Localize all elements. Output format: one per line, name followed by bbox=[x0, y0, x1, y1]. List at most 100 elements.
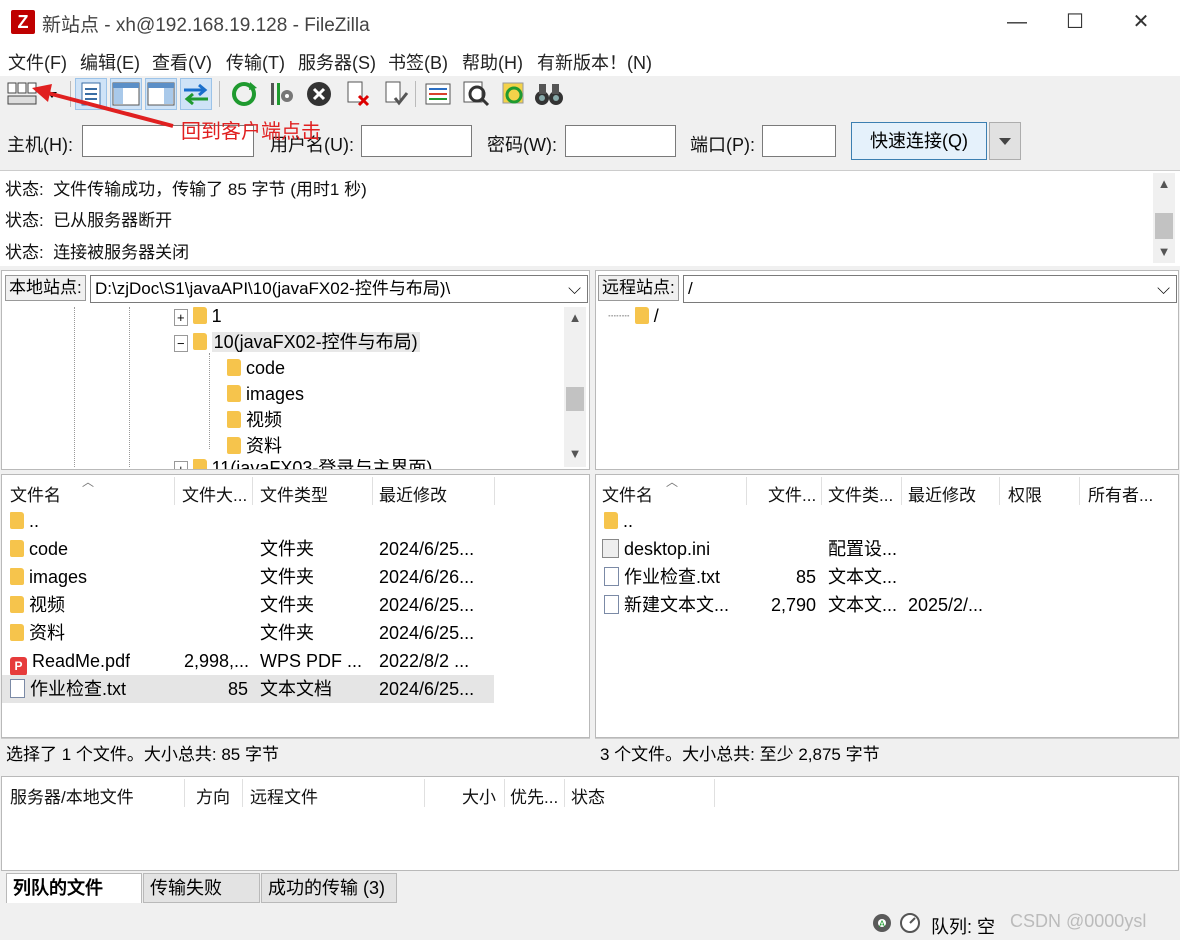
cancel-button[interactable] bbox=[303, 78, 335, 110]
column-header-filename[interactable]: 文件名 bbox=[602, 481, 653, 506]
folder-icon bbox=[227, 411, 241, 428]
scroll-up-icon[interactable]: ▲ bbox=[564, 307, 586, 329]
menu-help[interactable]: 帮助(H) bbox=[462, 49, 523, 75]
port-input[interactable] bbox=[762, 125, 836, 157]
process-queue-button[interactable] bbox=[265, 78, 297, 110]
directory-comparison-icon bbox=[463, 81, 490, 107]
menu-edit[interactable]: 编辑(E) bbox=[80, 49, 140, 75]
disconnect-button[interactable] bbox=[341, 78, 373, 110]
refresh-button[interactable] bbox=[228, 78, 260, 110]
queue-column-priority[interactable]: 优先... bbox=[510, 783, 558, 808]
column-header-modified[interactable]: 最近修改 bbox=[379, 481, 447, 506]
queue-column-size[interactable]: 大小 bbox=[462, 783, 496, 808]
folder-icon bbox=[227, 359, 241, 376]
tab-successful-transfers[interactable]: 成功的传输 (3) bbox=[261, 873, 397, 903]
tab-failed-transfers[interactable]: 传输失败 bbox=[143, 873, 260, 903]
remote-path-input[interactable]: / ⌵ bbox=[683, 275, 1177, 303]
tree-item[interactable]: 视频 bbox=[227, 407, 282, 433]
remote-status: 3 个文件。大小总共: 至少 2,875 字节 bbox=[595, 738, 1179, 770]
file-row[interactable]: desktop.ini 配置设... bbox=[596, 535, 1176, 563]
encryption-status-icon[interactable]: A bbox=[870, 911, 894, 935]
directory-listing-filter-button[interactable] bbox=[422, 78, 454, 110]
password-input[interactable] bbox=[565, 125, 676, 157]
chevron-down-icon[interactable]: ⌵ bbox=[568, 276, 581, 302]
synchronized-browsing-button[interactable] bbox=[498, 78, 530, 110]
filezilla-logo-icon: Z bbox=[11, 10, 35, 34]
file-row-selected[interactable]: 作业检查.txt 85 文本文档 2024/6/25... bbox=[2, 675, 494, 703]
column-header-owner[interactable]: 所有者... bbox=[1088, 481, 1153, 506]
column-header-filetype[interactable]: 文件类... bbox=[828, 481, 893, 506]
minimize-button[interactable]: — bbox=[988, 0, 1046, 44]
file-row[interactable]: .. bbox=[2, 507, 494, 535]
queue-column-status[interactable]: 状态 bbox=[571, 783, 605, 808]
tree-item[interactable]: ┈┈ / bbox=[608, 303, 659, 329]
maximize-button[interactable]: ☐ bbox=[1046, 0, 1104, 44]
tree-item[interactable]: code bbox=[227, 355, 285, 381]
file-row[interactable]: P ReadMe.pdf 2,998,... WPS PDF ... 2022/… bbox=[2, 647, 494, 676]
local-tree-pane: 本地站点: D:\zjDoc\S1\javaAPI\10(javaFX02-控件… bbox=[1, 270, 590, 470]
quickconnect-button[interactable]: 快速连接(Q) bbox=[851, 122, 987, 160]
menu-file[interactable]: 文件(F) bbox=[8, 49, 67, 75]
scroll-thumb[interactable] bbox=[1155, 213, 1173, 239]
column-header-filename[interactable]: 文件名 bbox=[10, 481, 61, 506]
svg-text:A: A bbox=[879, 919, 885, 929]
quickconnect-history-dropdown[interactable] bbox=[989, 122, 1021, 160]
tab-queued-files[interactable]: 列队的文件 bbox=[6, 873, 142, 903]
folder-icon bbox=[192, 333, 207, 350]
queue-tabs: 列队的文件 传输失败 成功的传输 (3) bbox=[0, 871, 1180, 905]
file-row[interactable]: 视频 文件夹 2024/6/25... bbox=[2, 591, 494, 619]
speed-limit-icon[interactable] bbox=[898, 911, 922, 935]
column-header-filesize[interactable]: 文件... bbox=[768, 481, 816, 506]
password-label: 密码(W): bbox=[487, 135, 557, 155]
local-tree-scrollbar[interactable]: ▲ ▼ bbox=[564, 307, 586, 467]
tree-item-selected[interactable]: − 10(javaFX02-控件与布局) bbox=[174, 329, 420, 355]
search-remote-files-button[interactable] bbox=[533, 78, 565, 110]
username-input[interactable] bbox=[361, 125, 472, 157]
scroll-thumb[interactable] bbox=[566, 387, 584, 411]
folder-icon bbox=[192, 307, 207, 324]
folder-icon bbox=[10, 596, 24, 613]
scroll-up-icon[interactable]: ▲ bbox=[1153, 173, 1175, 195]
file-row[interactable]: 资料 文件夹 2024/6/25... bbox=[2, 619, 494, 647]
queue-column-remote-file[interactable]: 远程文件 bbox=[250, 783, 318, 808]
directory-comparison-button[interactable] bbox=[460, 78, 492, 110]
folder-icon bbox=[192, 459, 207, 469]
port-label: 端口(P): bbox=[690, 135, 755, 155]
tree-item[interactable]: + 11(javaFX03-登录与主界面) bbox=[174, 459, 432, 469]
menu-transfer[interactable]: 传输(T) bbox=[226, 49, 285, 75]
column-header-permissions[interactable]: 权限 bbox=[1008, 481, 1042, 506]
file-row[interactable]: 作业检查.txt 85 文本文... bbox=[596, 563, 1176, 591]
folder-icon bbox=[10, 512, 24, 529]
column-header-filetype[interactable]: 文件类型 bbox=[260, 481, 328, 506]
column-header-filesize[interactable]: 文件大... bbox=[182, 481, 247, 506]
tree-item[interactable]: + 1 bbox=[174, 303, 222, 329]
log-scrollbar[interactable]: ▲ ▼ bbox=[1153, 173, 1175, 263]
expand-icon[interactable]: + bbox=[174, 309, 188, 326]
menu-new-version[interactable]: 有新版本！(N) bbox=[537, 49, 652, 75]
toggle-transfer-queue-button[interactable] bbox=[180, 78, 212, 110]
menu-server[interactable]: 服务器(S) bbox=[298, 49, 376, 75]
column-header-modified[interactable]: 最近修改 bbox=[908, 481, 976, 506]
collapse-icon[interactable]: − bbox=[174, 335, 188, 352]
file-row[interactable]: code 文件夹 2024/6/25... bbox=[2, 535, 494, 563]
menu-bookmarks[interactable]: 书签(B) bbox=[388, 49, 448, 75]
tree-item[interactable]: 资料 bbox=[227, 433, 282, 459]
remote-tree-pane: 远程站点: / ⌵ ┈┈ / bbox=[595, 270, 1179, 470]
local-path-input[interactable]: D:\zjDoc\S1\javaAPI\10(javaFX02-控件与布局)\ ⌵ bbox=[90, 275, 588, 303]
menu-view[interactable]: 查看(V) bbox=[152, 49, 212, 75]
scroll-down-icon[interactable]: ▼ bbox=[1153, 241, 1175, 263]
chevron-down-icon[interactable]: ⌵ bbox=[1157, 276, 1170, 302]
queue-column-server-local-file[interactable]: 服务器/本地文件 bbox=[10, 783, 134, 808]
close-button[interactable]: ✕ bbox=[1112, 0, 1170, 44]
log-entry: 状态: 连接被服务器关闭 bbox=[5, 243, 190, 262]
file-row[interactable]: images 文件夹 2024/6/26... bbox=[2, 563, 494, 591]
file-row[interactable]: 新建文本文... 2,790 文本文... 2025/2/... bbox=[596, 591, 1176, 619]
scroll-down-icon[interactable]: ▼ bbox=[564, 443, 586, 465]
folder-icon bbox=[10, 540, 24, 557]
queue-column-direction[interactable]: 方向 bbox=[196, 783, 230, 808]
file-row[interactable]: .. bbox=[596, 507, 1176, 535]
reconnect-button[interactable] bbox=[379, 78, 411, 110]
local-status: 选择了 1 个文件。大小总共: 85 字节 bbox=[1, 738, 590, 770]
tree-item[interactable]: images bbox=[227, 381, 304, 407]
status-bar: A 队列: 空 CSDN @0000ysl bbox=[0, 905, 1180, 940]
